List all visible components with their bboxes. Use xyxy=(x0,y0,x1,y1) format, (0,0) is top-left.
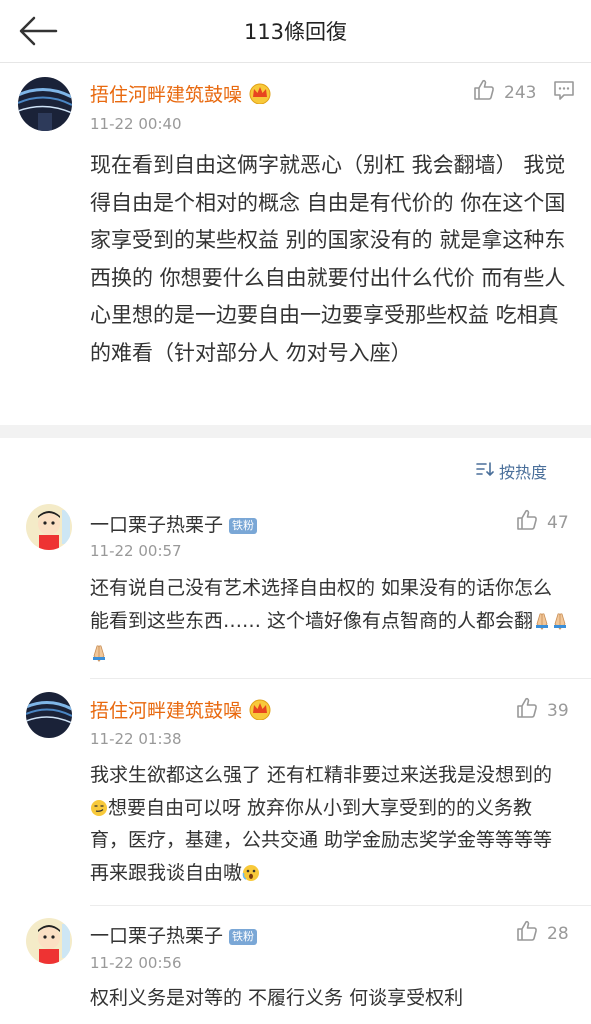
timestamp: 11-22 00:57 xyxy=(90,542,182,560)
username[interactable]: 捂住河畔建筑鼓噪 xyxy=(90,80,272,109)
fan-badge: 铁粉 xyxy=(229,518,258,534)
crown-badge-icon xyxy=(248,698,272,725)
divider xyxy=(90,678,591,679)
top-bar: 113條回復 xyxy=(0,0,591,63)
timestamp: 11-22 00:40 xyxy=(90,115,182,133)
like-count: 39 xyxy=(547,700,569,721)
divider xyxy=(90,905,591,906)
thumbs-up-icon xyxy=(515,696,539,725)
avatar[interactable] xyxy=(18,77,72,131)
thumbs-up-icon xyxy=(472,78,496,107)
comment-text: 现在看到自由这俩字就恶心（别杠 我会翻墙） 我觉得自由是个相对的概念 自由是有代… xyxy=(90,153,566,365)
smirk-emoji-icon xyxy=(90,797,108,819)
username-text[interactable]: 捂住河畔建筑鼓噪 xyxy=(90,700,242,722)
like-count: 47 xyxy=(547,512,569,533)
replies-section: 按热度 一口栗子热栗子 铁粉 11-22 00:57 47 还有说自己没有艺术选择… xyxy=(0,438,591,1024)
like-count: 243 xyxy=(504,82,537,103)
reply-item: 一口栗子热栗子 铁粉 11-22 00:57 47 还有说自己没有艺术选择自由权的… xyxy=(0,500,591,680)
like-button[interactable]: 28 xyxy=(515,919,569,948)
username-text[interactable]: 一口栗子热栗子 xyxy=(90,514,223,536)
reply-text-part-b: 想要自由可以呀 放弃你从小到大享受到的的义务教育，医疗，基建，公共交通 助学金励… xyxy=(90,796,553,884)
reply-text: 权利义务是对等的 不履行义务 何谈享受权利 xyxy=(90,987,464,1009)
sort-label: 按热度 xyxy=(498,463,547,482)
thumbs-up-icon xyxy=(515,919,539,948)
avatar[interactable] xyxy=(26,918,72,964)
like-button[interactable]: 47 xyxy=(515,508,569,537)
reply-text-body: 还有说自己没有艺术选择自由权的 如果没有的话你怎么能看到这些东西…… 这个墙好像… xyxy=(90,577,553,632)
username[interactable]: 捂住河畔建筑鼓噪 xyxy=(90,696,272,725)
crown-badge-icon xyxy=(248,82,272,109)
reply-text-part-a: 我求生欲都这么强了 还有杠精非要过来送我是没想到的 xyxy=(90,764,553,786)
reply-item: 一口栗子热栗子 铁粉 11-22 00:56 28 权利义务是对等的 不履行义务 … xyxy=(0,914,591,1024)
page-title: 113條回復 xyxy=(243,20,348,44)
like-count: 28 xyxy=(547,923,569,944)
fan-badge: 铁粉 xyxy=(229,929,258,945)
reply-text: 我求生欲都这么强了 还有杠精非要过来送我是没想到的想要自由可以呀 放弃你从小到大… xyxy=(90,759,570,889)
timestamp: 11-22 01:38 xyxy=(90,730,182,748)
main-comment: 捂住河畔建筑鼓噪 11-22 00:40 243 现在看到自由这俩字就恶心（别杠… xyxy=(0,63,591,425)
scream-emoji-icon xyxy=(242,862,260,884)
username[interactable]: 一口栗子热栗子 铁粉 xyxy=(90,510,258,537)
reply-item: 捂住河畔建筑鼓噪 11-22 01:38 39 我求生欲都这么强了 还有杠精非要… xyxy=(0,688,591,908)
avatar[interactable] xyxy=(26,692,72,738)
sort-by-hot-button[interactable]: 按热度 xyxy=(476,459,547,483)
like-button[interactable]: 243 xyxy=(472,78,536,107)
timestamp: 11-22 00:56 xyxy=(90,954,182,972)
avatar[interactable] xyxy=(26,504,72,550)
like-button[interactable]: 39 xyxy=(515,696,569,725)
thumbs-up-icon xyxy=(515,508,539,537)
reply-text: 还有说自己没有艺术选择自由权的 如果没有的话你怎么能看到这些东西…… 这个墙好像… xyxy=(90,572,570,670)
username[interactable]: 一口栗子热栗子 铁粉 xyxy=(90,921,258,948)
reply-comment-icon[interactable] xyxy=(553,79,575,105)
username-text[interactable]: 一口栗子热栗子 xyxy=(90,925,223,947)
sort-icon xyxy=(476,461,494,481)
username-text[interactable]: 捂住河畔建筑鼓噪 xyxy=(90,84,242,106)
